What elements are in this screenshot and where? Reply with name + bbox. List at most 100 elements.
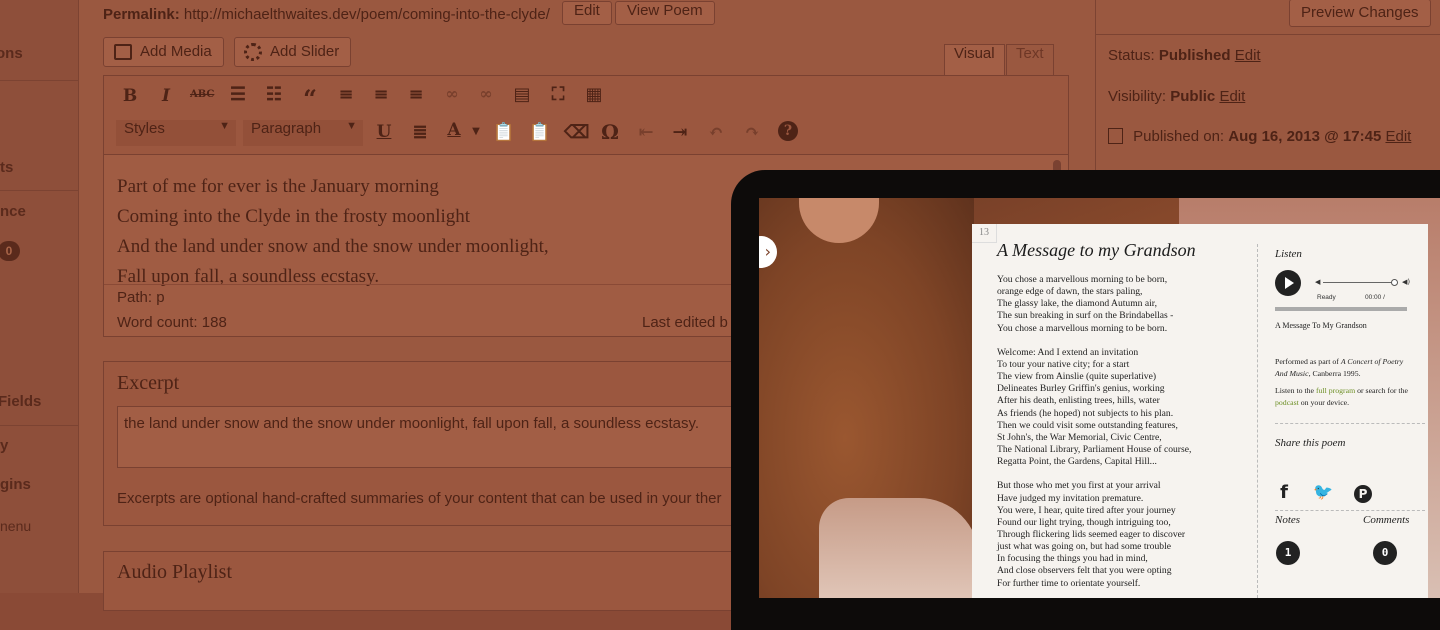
sidebar-divider: [0, 80, 78, 81]
visibility-value: Public: [1170, 88, 1216, 105]
justify-icon[interactable]: ≣: [408, 122, 432, 143]
listen-prefix: Listen to the: [1275, 386, 1316, 395]
sidebar-item-options[interactable]: ons: [0, 45, 23, 62]
blockquote-icon[interactable]: “: [298, 84, 322, 113]
align-right-icon[interactable]: ≡: [404, 84, 428, 105]
comments-count[interactable]: 0: [1373, 541, 1397, 565]
chevron-down-icon[interactable]: ▼: [464, 126, 488, 137]
sidebar-item-y[interactable]: y: [0, 437, 8, 454]
tablet-screen: › 13 A Message to my Grandson You chose …: [759, 198, 1440, 598]
tab-text[interactable]: Text: [1006, 44, 1054, 75]
preview-changes-button[interactable]: Preview Changes: [1289, 0, 1431, 27]
poem-line: Through flickering lids seemed eager to …: [997, 528, 1186, 540]
tablet-mockup: › 13 A Message to my Grandson You chose …: [731, 170, 1440, 630]
excerpt-title[interactable]: Excerpt: [117, 372, 179, 395]
sidebar-item-custom-fields[interactable]: Fields: [0, 393, 41, 410]
panel-divider: [1096, 34, 1440, 35]
styles-select[interactable]: Styles ▼: [116, 120, 236, 146]
kitchen-sink-icon[interactable]: ▦: [582, 84, 606, 105]
comments-heading: Comments: [1363, 514, 1410, 526]
poem-line: Welcome: And I extend an invitation: [997, 346, 1139, 358]
undo-icon[interactable]: ↶: [704, 122, 728, 143]
twitter-icon[interactable]: 🐦: [1313, 482, 1333, 501]
poem-line: For further time to orientate yourself.: [997, 577, 1141, 589]
poem-stanza: But those who met you first at your arri…: [997, 480, 1252, 589]
align-center-icon[interactable]: ≡: [369, 84, 393, 105]
sidebar-item-plugins[interactable]: gins: [0, 476, 31, 493]
view-poem-button[interactable]: View Poem: [615, 1, 715, 25]
poem-line: The glassy lake, the diamond Autumn air,: [997, 298, 1158, 310]
add-media-button[interactable]: Add Media: [103, 37, 224, 67]
excerpt-value: the land under snow and the snow under m…: [124, 415, 700, 432]
paragraph-select[interactable]: Paragraph ▼: [243, 120, 363, 146]
tab-visual[interactable]: Visual: [944, 44, 1005, 75]
outdent-icon[interactable]: ⇤: [634, 122, 658, 143]
paste-text-icon[interactable]: 📋: [492, 122, 516, 143]
unlink-icon[interactable]: ∞: [474, 84, 498, 103]
chevron-down-icon: ▼: [219, 120, 230, 132]
italic-icon[interactable]: I: [154, 86, 178, 106]
numbered-list-icon[interactable]: ☷: [262, 84, 286, 105]
volume-mute-icon[interactable]: ◀: [1315, 278, 1320, 286]
add-slider-button[interactable]: Add Slider: [234, 37, 352, 67]
volume-slider-handle[interactable]: [1391, 279, 1398, 286]
published-edit-link[interactable]: Edit: [1385, 128, 1411, 145]
poem-line: orange edge of dawn, the stars paling,: [997, 286, 1143, 298]
progress-bar[interactable]: [1275, 307, 1407, 311]
bullet-list-icon[interactable]: ☰: [226, 84, 250, 105]
poem-title: A Message to my Grandson: [997, 240, 1196, 260]
permalink-row: Permalink: http://michaelthwaites.dev/po…: [103, 6, 550, 23]
player-status: Ready: [1317, 294, 1336, 301]
omega-icon[interactable]: Ω: [598, 120, 622, 144]
sidebar-item-appearance[interactable]: nce: [0, 203, 26, 220]
facebook-icon[interactable]: f: [1274, 482, 1294, 503]
status-edit-link[interactable]: Edit: [1235, 47, 1261, 64]
sidebar-item-posts[interactable]: ts: [0, 159, 13, 176]
poem-line: The sun breaking in surf on the Brindabe…: [997, 310, 1174, 322]
track-title: A Message To My Grandson: [1275, 321, 1367, 330]
editor-content-area[interactable]: Part of me for ever is the January morni…: [117, 172, 549, 292]
admin-sidebar: ons ts nce 0 Fields y gins nenu: [0, 0, 79, 593]
poem-line: After his death, enlisting trees, hills,…: [997, 395, 1160, 407]
volume-max-icon[interactable]: ◀): [1402, 278, 1410, 286]
permalink-url[interactable]: http://michaelthwaites.dev/poem/coming-i…: [184, 6, 550, 23]
eraser-icon[interactable]: ⌫: [564, 122, 589, 143]
audio-playlist-title[interactable]: Audio Playlist: [117, 561, 232, 584]
pinterest-icon[interactable]: P: [1353, 482, 1373, 503]
fullscreen-icon[interactable]: ⛶: [546, 84, 570, 105]
notes-count[interactable]: 1: [1276, 541, 1300, 565]
underline-icon[interactable]: U: [372, 122, 396, 142]
slider-icon: [244, 43, 262, 61]
poem-line: You chose a marvellous morning to be bor…: [997, 322, 1168, 334]
redo-icon[interactable]: ↷: [740, 122, 764, 143]
volume-slider[interactable]: [1323, 282, 1393, 283]
aside-divider: [1275, 423, 1425, 424]
strikethrough-icon[interactable]: ABC: [190, 89, 214, 100]
chevron-down-icon: ▼: [346, 120, 357, 132]
poem-line: Found our light trying, though intriguin…: [997, 516, 1171, 528]
poem-line: In focusing the things you had in mind,: [997, 553, 1148, 565]
listen-suffix: on your device.: [1298, 398, 1350, 407]
podcast-link[interactable]: podcast: [1275, 398, 1299, 407]
media-icon: [114, 44, 132, 60]
poem-line: Delineates Burley Griffin's genius, work…: [997, 383, 1165, 395]
poem-line: Then we could visit some outstanding fea…: [997, 419, 1178, 431]
full-program-link[interactable]: full program: [1316, 386, 1355, 395]
paragraph-select-value: Paragraph: [251, 120, 322, 137]
sidebar-collapse-menu[interactable]: nenu: [0, 518, 31, 534]
permalink-edit-button[interactable]: Edit: [562, 1, 612, 25]
bold-icon[interactable]: B: [118, 86, 142, 106]
text-color-icon[interactable]: A: [442, 120, 466, 140]
poem-line: The National Library, Parliament House o…: [997, 444, 1192, 456]
read-more-icon[interactable]: ▤: [510, 84, 534, 105]
visibility-row: Visibility: Public Edit: [1108, 88, 1245, 105]
poem-line: You were, I hear, quite tired after your…: [997, 504, 1176, 516]
paste-word-icon[interactable]: 📋: [528, 122, 552, 143]
indent-icon[interactable]: ⇥: [668, 122, 692, 143]
align-left-icon[interactable]: ≡: [334, 84, 358, 105]
help-icon[interactable]: ?: [776, 120, 800, 141]
play-icon[interactable]: [1275, 270, 1301, 296]
sidebar-divider: [0, 425, 78, 426]
visibility-edit-link[interactable]: Edit: [1219, 88, 1245, 105]
link-icon[interactable]: ∞: [440, 84, 464, 103]
